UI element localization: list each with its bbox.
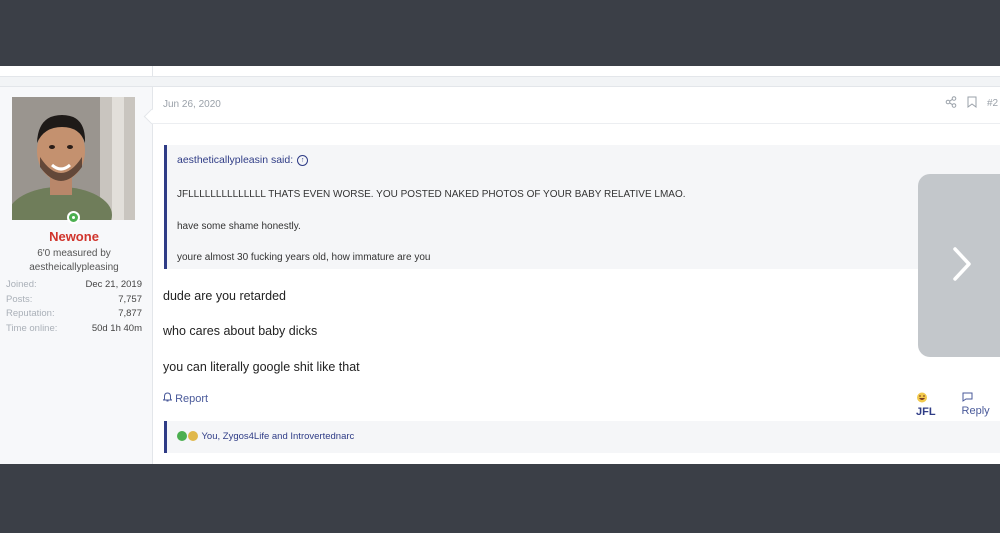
stat-label: Reputation: [6, 308, 55, 319]
bell-icon [162, 392, 175, 405]
stat-time-online: Time online: 50d 1h 40m [6, 322, 142, 337]
reactions-summary[interactable]: You, Zygos4Life and Introvertednarc [177, 431, 354, 442]
report-label: Report [175, 393, 209, 405]
jfl-label: JFL [916, 406, 936, 418]
green-face-emoji-icon [177, 431, 187, 442]
username[interactable]: Newone [0, 229, 148, 244]
user-stats: Joined: Dec 21, 2019 Posts: 7,757 Reputa… [6, 278, 142, 336]
stat-label: Posts: [6, 293, 33, 305]
message-line: who cares about baby dicks [163, 324, 318, 338]
stat-value: 7,877 [118, 308, 142, 319]
laughing-emoji-icon [188, 431, 198, 442]
post-footer-actions: JFL Reply [916, 392, 1000, 418]
author-sidebar: Newone 6'0 measured by aestheicallypleas… [0, 87, 153, 464]
user-title: 6'0 measured by aestheicallypleasing [0, 247, 148, 275]
forum-post: Newone 6'0 measured by aestheicallypleas… [0, 86, 1000, 464]
header-divider [152, 123, 1000, 124]
user-title-line: 6'0 measured by [37, 248, 111, 259]
post-number[interactable]: #2 [987, 96, 998, 111]
user-title-line: aestheicallypleasing [29, 262, 119, 273]
quote-attribution[interactable]: aestheticallypleasin said: ↑ [177, 154, 309, 166]
jfl-reaction-button[interactable]: JFL [916, 392, 948, 418]
reactions-bar[interactable]: You, Zygos4Life and Introvertednarc [164, 421, 1000, 453]
quote-author[interactable]: aestheticallypleasin said: [177, 154, 293, 166]
next-image-button[interactable] [918, 174, 1000, 357]
forum-screenshot: Newone 6'0 measured by aestheicallypleas… [0, 66, 1000, 464]
bookmark-icon[interactable] [967, 96, 977, 111]
message-line: you can literally google shit like that [163, 360, 360, 374]
stat-value: 50d 1h 40m [91, 322, 142, 334]
stat-label: Time online: [6, 322, 58, 334]
quote-line: JFLLLLLLLLLLLLLL THATS EVEN WORSE. YOU P… [177, 189, 686, 200]
quote-line: have some shame honestly. [177, 221, 301, 232]
stat-joined: Joined: Dec 21, 2019 [6, 278, 142, 293]
stat-value: Dec 21, 2019 [85, 279, 142, 290]
message-line: dude are you retarded [163, 289, 287, 303]
reactions-text: You, Zygos4Life and Introvertednarc [201, 431, 355, 442]
previous-post-edge [0, 66, 1000, 77]
quote-line: youre almost 30 fucking years old, how i… [177, 252, 431, 263]
avatar[interactable] [12, 97, 135, 220]
chevron-right-icon [953, 247, 971, 281]
share-icon[interactable] [945, 96, 957, 111]
stat-posts: Posts: 7,757 [6, 293, 142, 308]
laughing-emoji-icon [916, 392, 928, 406]
online-status-icon [67, 211, 80, 224]
stat-label: Joined: [6, 279, 37, 290]
stat-value: 7,757 [118, 293, 142, 305]
reply-button[interactable]: Reply [962, 392, 1000, 418]
stat-reputation: Reputation: 7,877 [6, 307, 142, 322]
post-header-actions: #2 [945, 96, 998, 111]
report-link[interactable]: Report [162, 392, 209, 405]
post-date[interactable]: Jun 26, 2020 [163, 99, 221, 110]
reply-label: Reply [961, 405, 990, 417]
reply-icon [962, 392, 973, 405]
quote-block: aestheticallypleasin said: ↑ JFLLLLLLLLLL… [164, 145, 1000, 269]
quote-jump-icon[interactable]: ↑ [297, 154, 309, 166]
